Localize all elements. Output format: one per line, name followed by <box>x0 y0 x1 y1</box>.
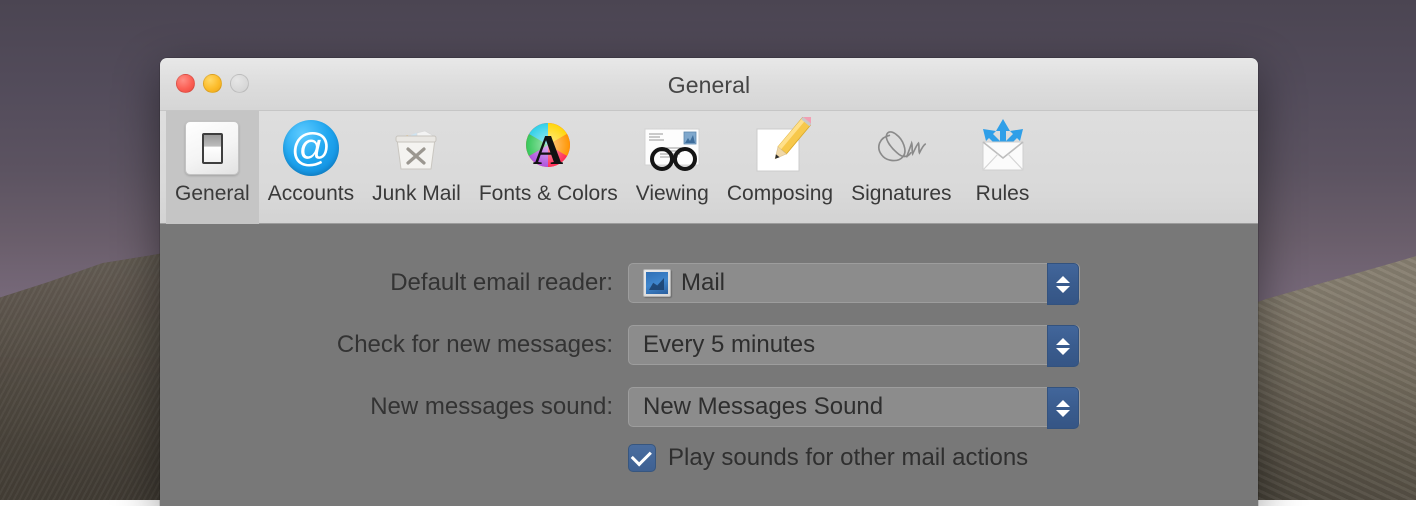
pencil-page-icon <box>747 115 813 181</box>
trash-bin-icon <box>383 115 449 181</box>
toolbar-label-junk-mail: Junk Mail <box>372 182 461 205</box>
check-for-new-messages-popup[interactable]: Every 5 minutes <box>628 325 1080 367</box>
check-for-new-messages-value: Every 5 minutes <box>643 331 816 358</box>
toolbar-label-accounts: Accounts <box>267 182 355 205</box>
chevron-up-icon <box>1056 399 1070 407</box>
toolbar-label-composing: Composing <box>726 182 834 205</box>
toolbar-label-rules: Rules <box>975 182 1030 205</box>
toolbar-label-viewing: Viewing <box>635 182 709 205</box>
svg-text:A: A <box>533 128 564 174</box>
chevron-up-icon <box>1056 337 1070 345</box>
default-email-reader-popup[interactable]: Mail <box>628 263 1080 305</box>
label-check-for-new-messages: Check for new messages: <box>336 331 613 358</box>
toolbar-item-rules[interactable]: Rules <box>961 111 1045 224</box>
chevron-down-icon <box>1056 409 1070 417</box>
envelope-arrows-icon <box>970 115 1036 181</box>
envelope-glasses-icon <box>639 115 705 181</box>
toolbar-item-general[interactable]: General <box>166 111 259 224</box>
window-titlebar: General <box>160 58 1258 111</box>
preferences-toolbar: General @ Accounts Junk Mail A Fonts & C… <box>160 111 1258 224</box>
new-messages-sound-value: New Messages Sound <box>643 393 884 420</box>
mail-preferences-window: General General @ Accounts Junk Mail A F… <box>160 58 1258 506</box>
row-new-messages-sound: New messages sound: New Messages Sound <box>160 385 1258 429</box>
toolbar-label-general: General <box>175 182 250 205</box>
chevron-up-icon <box>1056 275 1070 283</box>
row-check-for-new-messages: Check for new messages: Every 5 minutes <box>160 323 1258 367</box>
default-email-reader-value: Mail <box>681 269 726 296</box>
at-sign-icon: @ <box>278 115 344 181</box>
toolbar-item-fonts-colors[interactable]: A Fonts & Colors <box>470 111 627 224</box>
window-title: General <box>667 72 751 98</box>
chevron-down-icon <box>1056 347 1070 355</box>
toolbar-item-viewing[interactable]: Viewing <box>627 111 718 224</box>
row-play-sounds: Play sounds for other mail actions <box>628 444 1028 472</box>
label-new-messages-sound: New messages sound: <box>370 393 613 420</box>
toolbar-label-fonts-colors: Fonts & Colors <box>478 182 618 205</box>
toolbar-item-signatures[interactable]: Signatures <box>842 111 960 224</box>
toolbar-item-composing[interactable]: Composing <box>718 111 842 224</box>
general-preferences-pane: Default email reader: Mail Check for new… <box>160 224 1258 506</box>
toolbar-item-junk-mail[interactable]: Junk Mail <box>363 111 470 224</box>
toolbar-item-accounts[interactable]: @ Accounts <box>259 111 363 224</box>
check-for-new-messages-stepper[interactable] <box>1047 325 1079 367</box>
default-email-reader-stepper[interactable] <box>1047 263 1079 305</box>
label-default-email-reader: Default email reader: <box>390 269 613 296</box>
mail-app-icon <box>643 269 671 297</box>
play-sounds-checkbox[interactable] <box>628 444 656 472</box>
color-wheel-letter-a-icon: A <box>515 115 581 181</box>
light-switch-icon <box>179 115 245 181</box>
new-messages-sound-popup[interactable]: New Messages Sound <box>628 387 1080 429</box>
chevron-down-icon <box>1056 285 1070 293</box>
signature-icon <box>868 115 934 181</box>
new-messages-sound-stepper[interactable] <box>1047 387 1079 429</box>
checkmark-icon <box>630 445 652 467</box>
play-sounds-label: Play sounds for other mail actions <box>668 444 1029 471</box>
row-default-email-reader: Default email reader: Mail <box>160 261 1258 305</box>
toolbar-label-signatures: Signatures <box>851 182 952 205</box>
